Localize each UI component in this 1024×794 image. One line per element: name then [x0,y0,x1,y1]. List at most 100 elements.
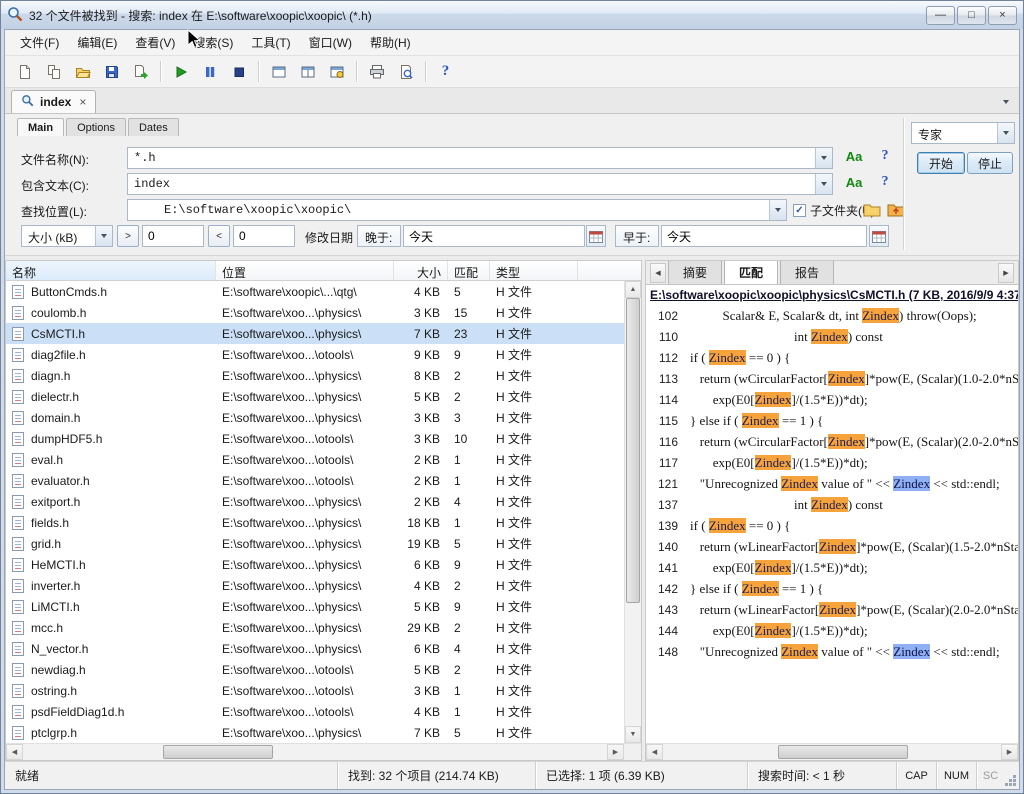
menu-file[interactable]: 文件(F) [11,29,68,56]
file-row[interactable]: ostring.h E:\software\xoo...\otools\ 3 K… [6,680,624,701]
file-row[interactable]: evaluator.h E:\software\xoo...\otools\ 2… [6,470,624,491]
match-line[interactable]: 114 exp(E0[Zindex]/(1.5*E))*dt); [646,389,1018,410]
column-size[interactable]: 大小 [394,261,448,280]
match-line[interactable]: 142 } else if ( Zindex == 1 ) { [646,578,1018,599]
column-name[interactable]: 名称 [6,261,216,280]
scroll-left-icon[interactable]: ◀ [646,744,663,760]
minimize-button[interactable]: — [926,6,955,25]
file-row[interactable]: N_vector.h E:\software\xoo...\physics\ 6… [6,638,624,659]
resize-grip[interactable] [1004,762,1019,789]
match-line[interactable]: 121 "Unrecognized Zindex value of " << Z… [646,473,1018,494]
file-row[interactable]: HeMCTI.h E:\software\xoo...\physics\ 6 K… [6,554,624,575]
match-line[interactable]: 102 Scalar& E, Scalar& dt, int Zindex) t… [646,305,1018,326]
match-line[interactable]: 141 exp(E0[Zindex]/(1.5*E))*dt); [646,557,1018,578]
modified-after-dropdown[interactable]: 晚于: [357,225,401,247]
search-mode-dropdown-icon[interactable] [997,123,1014,143]
scrollbar-thumb[interactable] [626,298,640,603]
modified-after-input[interactable] [403,225,585,247]
pause-search-button[interactable] [196,59,223,85]
match-line[interactable]: 139 if ( Zindex == 0 ) { [646,515,1018,536]
search-mode-combo[interactable]: 专家 [911,122,1015,144]
match-line[interactable]: 117 exp(E0[Zindex]/(1.5*E))*dt); [646,452,1018,473]
column-type[interactable]: 类型 [490,261,578,280]
file-row[interactable]: inverter.h E:\software\xoo...\physics\ 4… [6,575,624,596]
scrollbar-thumb[interactable] [778,745,908,759]
stop-button[interactable]: 停止 [967,152,1013,174]
containing-text-dropdown-icon[interactable] [815,174,832,194]
export-button[interactable] [127,59,154,85]
modified-after-calendar-button[interactable] [586,225,606,247]
tabs-scroll-right-button[interactable]: ▶ [998,263,1014,283]
scroll-down-icon[interactable]: ▼ [625,726,641,743]
open-button[interactable] [69,59,96,85]
scroll-left-icon[interactable]: ◀ [6,744,23,760]
print-button[interactable] [363,59,390,85]
preview-tab-summary[interactable]: 摘要 [668,260,722,284]
start-search-button[interactable] [167,59,194,85]
file-row[interactable]: grid.h E:\software\xoo...\physics\ 19 KB… [6,533,624,554]
match-line[interactable]: 140 return (wLinearFactor[Zindex]*pow(E,… [646,536,1018,557]
look-in-dropdown-icon[interactable] [769,200,786,220]
scrollbar-track[interactable] [23,744,607,760]
match-line[interactable]: 116 return (wCircularFactor[Zindex]*pow(… [646,431,1018,452]
containing-text-case-button[interactable]: Aa [841,175,867,195]
match-line[interactable]: 110 int Zindex) const [646,326,1018,347]
preview-tab-report[interactable]: 报告 [780,260,834,284]
view-report-button[interactable] [323,59,350,85]
tabs-scroll-left-button[interactable]: ◀ [650,263,666,283]
menu-help[interactable]: 帮助(H) [361,29,420,56]
size-less-button[interactable]: < [208,225,230,247]
file-row[interactable]: coulomb.h E:\software\xoo...\physics\ 3 … [6,302,624,323]
file-row[interactable]: psdFieldDiag1d.h E:\software\xoo...\otoo… [6,701,624,722]
file-row[interactable]: ButtonCmds.h E:\software\xoopic\...\qtg\… [6,281,624,302]
file-row[interactable]: mcc.h E:\software\xoo...\physics\ 29 KB … [6,617,624,638]
scrollbar-track[interactable] [663,744,1001,760]
menu-edit[interactable]: 编辑(E) [68,29,126,56]
scroll-right-icon[interactable]: ▶ [607,744,624,760]
menu-view[interactable]: 查看(V) [126,29,184,56]
size-greater-button[interactable]: > [117,225,139,247]
modified-before-input[interactable] [661,225,867,247]
containing-text-help-button[interactable]: ? [877,174,893,194]
file-row[interactable]: exitport.h E:\software\xoo...\physics\ 2… [6,491,624,512]
size-less-input[interactable] [233,225,295,247]
scroll-up-icon[interactable]: ▲ [625,281,641,298]
view-split-button[interactable] [294,59,321,85]
help-button[interactable]: ? [432,59,459,85]
file-row[interactable]: dielectr.h E:\software\xoo...\physics\ 5… [6,386,624,407]
match-line[interactable]: 148 "Unrecognized Zindex value of " << Z… [646,641,1018,662]
match-line[interactable]: 115 } else if ( Zindex == 1 ) { [646,410,1018,431]
modified-before-dropdown[interactable]: 早于: [615,225,659,247]
file-row[interactable]: dumpHDF5.h E:\software\xoo...\otools\ 3 … [6,428,624,449]
file-list-horizontal-scrollbar[interactable]: ◀ ▶ [6,744,624,760]
copy-button[interactable] [40,59,67,85]
column-matches[interactable]: 匹配 [448,261,490,280]
file-row[interactable]: CsMCTI.h E:\software\xoo...\physics\ 7 K… [6,323,624,344]
file-row[interactable]: domain.h E:\software\xoo...\physics\ 3 K… [6,407,624,428]
save-button[interactable] [98,59,125,85]
form-tab-dates[interactable]: Dates [128,118,179,136]
match-line[interactable]: 144 exp(E0[Zindex]/(1.5*E))*dt); [646,620,1018,641]
size-combo[interactable]: 大小 (kB) [21,225,113,247]
maximize-button[interactable]: □ [957,6,986,25]
file-list-vertical-scrollbar[interactable]: ▲ ▼ [624,281,641,743]
file-name-case-button[interactable]: Aa [841,149,867,169]
stop-search-button[interactable] [225,59,252,85]
preview-tab-matches[interactable]: 匹配 [724,260,778,284]
scrollbar-track[interactable] [625,298,641,726]
new-button[interactable] [11,59,38,85]
match-line[interactable]: 112 if ( Zindex == 0 ) { [646,347,1018,368]
file-name-help-button[interactable]: ? [877,148,893,168]
menu-tools[interactable]: 工具(T) [242,29,299,56]
file-row[interactable]: eval.h E:\software\xoo...\otools\ 2 KB 1… [6,449,624,470]
menu-search[interactable]: 搜索(S) [184,29,242,56]
look-in-combo[interactable]: E:\software\xoopic\xoopic\ [127,199,787,221]
form-tab-options[interactable]: Options [66,118,126,136]
file-row[interactable]: newdiag.h E:\software\xoo...\otools\ 5 K… [6,659,624,680]
preview-horizontal-scrollbar[interactable]: ◀ ▶ [646,744,1018,760]
file-row[interactable]: LiMCTI.h E:\software\xoo...\physics\ 5 K… [6,596,624,617]
form-tab-main[interactable]: Main [17,118,64,136]
size-greater-input[interactable] [142,225,204,247]
file-row[interactable]: fields.h E:\software\xoo...\physics\ 18 … [6,512,624,533]
file-row[interactable]: diag2file.h E:\software\xoo...\otools\ 9… [6,344,624,365]
